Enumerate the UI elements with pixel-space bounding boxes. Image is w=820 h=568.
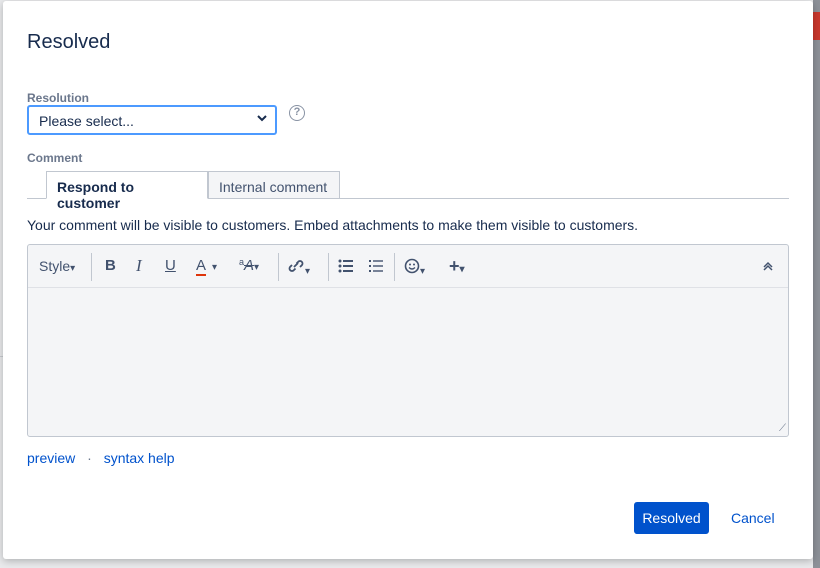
text-color-icon[interactable]: A ▾: [196, 257, 217, 276]
resolution-label: Resolution: [27, 91, 89, 105]
style-label: Style: [39, 258, 71, 274]
collapse-toolbar-icon[interactable]: [762, 259, 774, 276]
italic-icon[interactable]: I: [136, 256, 142, 276]
style-dropdown[interactable]: Style▾: [39, 258, 75, 274]
resolution-select[interactable]: Please select...: [27, 105, 277, 135]
editor-toolbar: Style▾ B I U A ▾ aA▾ ▾ ▾ +▾: [28, 245, 788, 288]
resolution-select-value: Please select...: [39, 113, 134, 129]
resolve-dialog: Resolved Resolution Please select... ? C…: [3, 1, 813, 559]
comment-editor[interactable]: Style▾ B I U A ▾ aA▾ ▾ ▾ +▾ ⟋: [27, 244, 789, 437]
link-icon[interactable]: ▾: [287, 258, 310, 278]
cancel-button[interactable]: Cancel: [731, 510, 775, 526]
link-separator: ·: [87, 450, 92, 466]
preview-link[interactable]: preview: [27, 450, 75, 466]
numbered-list-icon[interactable]: [368, 259, 384, 277]
toolbar-separator: [278, 253, 279, 281]
background-badge: [813, 12, 820, 40]
resize-handle-icon[interactable]: ⟋: [779, 423, 786, 434]
chevron-down-icon: ▾: [70, 263, 76, 274]
tab-respond-to-customer[interactable]: Respond to customer: [46, 171, 208, 211]
toolbar-separator: [394, 253, 395, 281]
tab-internal-comment[interactable]: Internal comment: [208, 171, 340, 199]
resolved-button[interactable]: Resolved: [634, 502, 709, 534]
insert-more-icon[interactable]: +▾: [449, 256, 465, 277]
editor-links: preview · syntax help: [27, 450, 175, 466]
toolbar-separator: [91, 253, 92, 281]
dialog-title: Resolved: [27, 31, 111, 53]
emoji-icon[interactable]: ▾: [404, 258, 425, 278]
chevron-down-icon: [255, 111, 269, 128]
bullet-list-icon[interactable]: [338, 259, 354, 277]
visibility-notice: Your comment will be visible to customer…: [27, 217, 639, 233]
text-format-icon[interactable]: aA▾: [239, 257, 259, 274]
underline-icon[interactable]: U: [165, 257, 176, 274]
bold-icon[interactable]: B: [105, 257, 116, 274]
background-sidebar: [813, 0, 820, 568]
help-icon[interactable]: ?: [289, 105, 305, 121]
syntax-help-link[interactable]: syntax help: [104, 450, 175, 466]
toolbar-separator: [328, 253, 329, 281]
comment-label: Comment: [27, 151, 83, 165]
